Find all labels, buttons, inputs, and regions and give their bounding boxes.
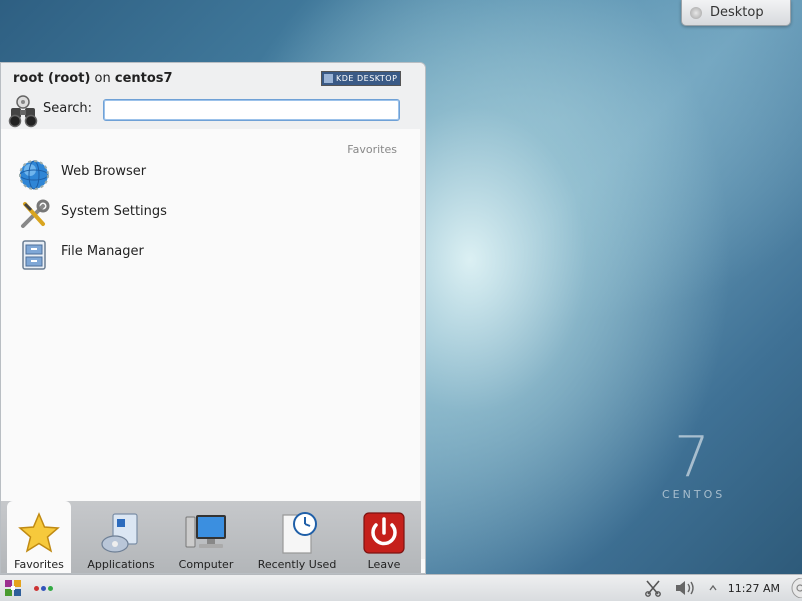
favorite-label: Web Browser bbox=[61, 163, 147, 179]
applications-icon bbox=[99, 511, 143, 555]
tab-label: Applications bbox=[87, 558, 155, 571]
pager-desktop-1[interactable] bbox=[34, 586, 39, 591]
favorite-web-browser[interactable]: Web Browser bbox=[17, 157, 397, 193]
kde-logo-icon bbox=[324, 74, 333, 83]
favorite-label: File Manager bbox=[61, 243, 144, 259]
star-icon bbox=[17, 511, 61, 555]
tab-applications[interactable]: Applications bbox=[85, 501, 157, 573]
klipper-icon[interactable] bbox=[644, 579, 662, 597]
computer-icon bbox=[184, 511, 228, 555]
menu-header: root (root) on centos7 KDE DESKTOP Searc… bbox=[1, 63, 425, 129]
power-icon bbox=[362, 511, 406, 555]
user-info: root (root) on centos7 bbox=[13, 71, 173, 86]
globe-icon bbox=[17, 158, 51, 192]
menu-tab-bar: Favorites Applications Computer Recently… bbox=[1, 501, 421, 573]
tab-label: Recently Used bbox=[257, 558, 337, 571]
volume-icon[interactable] bbox=[674, 579, 696, 597]
clock[interactable]: 11:27 AM bbox=[728, 582, 780, 595]
desktop-toolbox-button[interactable]: Desktop bbox=[681, 0, 791, 26]
toolbox-icon bbox=[690, 6, 702, 19]
system-tray: 11:27 AM bbox=[638, 575, 802, 601]
kde-desktop-badge: KDE DESKTOP bbox=[321, 71, 401, 86]
tab-favorites[interactable]: Favorites bbox=[7, 501, 71, 573]
application-launcher-icon[interactable] bbox=[4, 579, 22, 597]
pager-desktop-3[interactable] bbox=[48, 586, 53, 591]
user-name: root (root) bbox=[13, 71, 91, 86]
panel-toolbox-icon[interactable] bbox=[788, 578, 802, 598]
favorites-scrollbar[interactable] bbox=[420, 129, 425, 559]
os-name: CENTOS bbox=[662, 488, 726, 501]
favorites-section-header: Favorites bbox=[347, 143, 397, 156]
os-version-number: 7 bbox=[674, 425, 710, 490]
user-on-text: on bbox=[94, 71, 111, 86]
favorite-label: System Settings bbox=[61, 203, 167, 219]
tab-leave[interactable]: Leave bbox=[357, 501, 411, 573]
host-name: centos7 bbox=[114, 71, 173, 86]
desktop-toolbox-label: Desktop bbox=[710, 5, 764, 20]
binoculars-icon bbox=[6, 94, 40, 128]
tools-icon bbox=[17, 198, 51, 232]
tab-computer[interactable]: Computer bbox=[173, 501, 239, 573]
virtual-desktop-pager[interactable] bbox=[34, 586, 53, 591]
application-launcher-menu: root (root) on centos7 KDE DESKTOP Searc… bbox=[0, 62, 426, 574]
tab-label: Leave bbox=[367, 558, 401, 571]
taskbar: 11:27 AM bbox=[0, 574, 802, 601]
search-input[interactable] bbox=[103, 99, 400, 121]
pager-desktop-2[interactable] bbox=[41, 586, 46, 591]
search-label: Search: bbox=[43, 101, 93, 116]
favorite-system-settings[interactable]: System Settings bbox=[17, 197, 397, 233]
tray-expand-arrow-icon[interactable] bbox=[708, 583, 718, 593]
favorite-file-manager[interactable]: File Manager bbox=[17, 237, 397, 273]
kde-badge-text: KDE DESKTOP bbox=[336, 74, 398, 83]
tab-label: Computer bbox=[178, 558, 234, 571]
tab-label: Favorites bbox=[14, 558, 64, 571]
os-watermark: 7 CENTOS bbox=[662, 430, 722, 510]
tab-recently-used[interactable]: Recently Used bbox=[255, 501, 339, 573]
clock-icon bbox=[275, 511, 319, 555]
file-cabinet-icon bbox=[17, 238, 51, 272]
